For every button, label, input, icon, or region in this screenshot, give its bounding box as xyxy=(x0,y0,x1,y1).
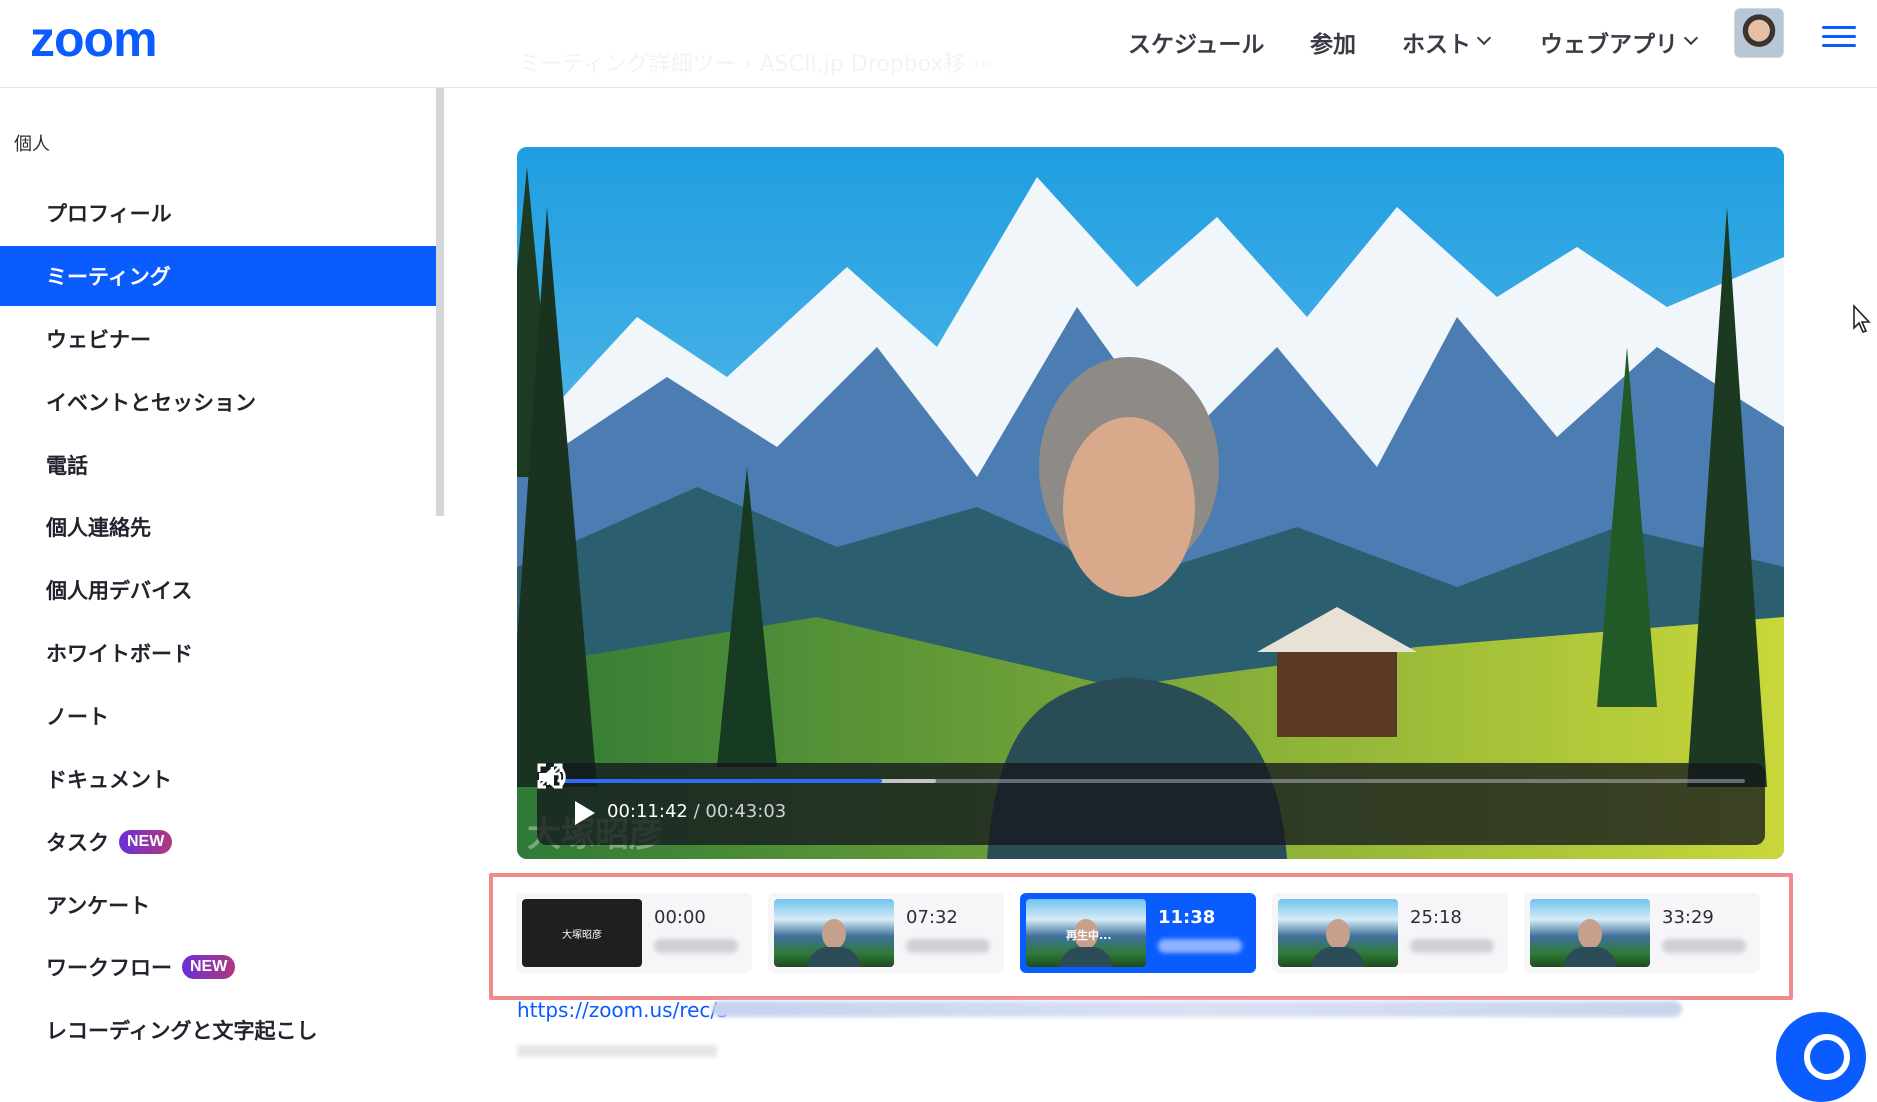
recording-link[interactable]: https://zoom.us/rec/s xyxy=(517,998,728,1022)
thumbnail-person-body xyxy=(1060,947,1112,967)
sidebar-item[interactable]: イベントとセッション xyxy=(0,372,436,432)
sidebar-item[interactable]: 個人用デバイス xyxy=(0,560,436,620)
chapter-thumbnail: 大塚昭彦 xyxy=(522,899,642,967)
nav-join[interactable]: 参加 xyxy=(1310,22,1356,62)
current-time: 00:11:42 xyxy=(607,801,688,822)
chapter-thumbnail xyxy=(774,899,894,967)
zoom-logo[interactable]: zoom xyxy=(30,14,158,64)
sidebar-item[interactable]: アンケート xyxy=(0,875,436,935)
nav-join-label: 参加 xyxy=(1310,32,1356,58)
sidebar-item-label: ワークフロー xyxy=(46,956,172,980)
sidebar-item[interactable]: ミーティング xyxy=(0,246,436,306)
nav-webapp-label: ウェブアプリ xyxy=(1540,32,1678,58)
chevron-down-icon xyxy=(1683,30,1699,46)
chapter-item[interactable]: 25:18 xyxy=(1272,893,1508,973)
sidebar-item[interactable]: ワークフロー NEW xyxy=(0,937,436,997)
redacted-text xyxy=(517,1045,717,1057)
thumbnail-person-body xyxy=(808,947,860,967)
sidebar: 個人 プロフィール ミーティング ウェビナーイベントとセッション 電話個人連絡先個人用… xyxy=(0,88,436,1056)
time-display: 00:11:42 / 00:43:03 xyxy=(607,801,786,822)
avatar[interactable] xyxy=(1734,8,1784,58)
video-player[interactable]: 大塚昭彦 00:11:42 / 00:43:03 xyxy=(517,147,1784,859)
sidebar-item-label: ドキュメント xyxy=(46,768,172,792)
chapter-item[interactable]: 再生中... 11:38 xyxy=(1020,893,1256,973)
chapter-thumbnail xyxy=(1530,899,1650,967)
chapter-title-redacted xyxy=(1158,939,1242,953)
sidebar-item[interactable]: 電話 xyxy=(0,435,436,495)
chat-support-button[interactable] xyxy=(1776,1012,1866,1102)
sidebar-item-label: プロフィール xyxy=(46,202,172,226)
sidebar-item-label: 個人連絡先 xyxy=(46,516,151,540)
sidebar-item[interactable]: ホワイトボード xyxy=(0,623,436,683)
chapter-timestamp: 33:29 xyxy=(1662,907,1714,928)
played-bar xyxy=(559,779,882,783)
chapter-thumbnail xyxy=(1278,899,1398,967)
chapter-thumbnail: 再生中... xyxy=(1026,899,1146,967)
chapter-title-redacted xyxy=(906,939,990,953)
sidebar-item-label: 電話 xyxy=(46,454,88,478)
chapter-timestamp: 07:32 xyxy=(906,907,958,928)
total-time: 00:43:03 xyxy=(705,801,787,822)
progress-bar[interactable] xyxy=(559,779,1745,783)
hamburger-menu-icon[interactable] xyxy=(1822,26,1856,48)
sidebar-item-label: レコーディングと文字起こし xyxy=(46,1019,318,1043)
new-badge: NEW xyxy=(119,830,173,854)
sidebar-item[interactable]: 個人連絡先 xyxy=(0,497,436,557)
thumbnail-person xyxy=(1578,919,1602,949)
sidebar-item-label: 個人用デバイス xyxy=(46,579,193,603)
nav-schedule-label: スケジュール xyxy=(1128,32,1265,58)
sidebar-item[interactable]: ウェビナー xyxy=(0,309,436,369)
nav-host-menu[interactable]: ホスト xyxy=(1402,22,1492,62)
breadcrumb: ミーティング詳細ツー › ASCII.jp Dropbox移 ⋯ xyxy=(518,52,995,77)
sidebar-item-label: ウェビナー xyxy=(46,328,151,352)
sidebar-item-label: タスク xyxy=(46,831,109,855)
nav-host-label: ホスト xyxy=(1402,32,1471,58)
nav-schedule[interactable]: スケジュール xyxy=(1128,22,1264,62)
mouse-cursor-icon xyxy=(1853,304,1871,333)
sidebar-item-label: アンケート xyxy=(46,894,151,918)
video-frame xyxy=(517,147,1784,859)
sidebar-item[interactable]: レコーディングと文字起こし xyxy=(0,1000,436,1060)
chevron-down-icon xyxy=(1476,30,1492,46)
chapter-timestamp: 00:00 xyxy=(654,907,706,928)
thumbnail-person-body xyxy=(1312,947,1364,967)
sidebar-item[interactable]: プロフィール xyxy=(0,183,436,243)
fullscreen-icon[interactable] xyxy=(537,763,563,789)
recording-link-redacted xyxy=(712,1001,1682,1017)
sidebar-item-label: ミーティング xyxy=(46,265,171,289)
thumbnail-person xyxy=(1326,919,1350,949)
sidebar-item-label: イベントとセッション xyxy=(46,391,256,415)
sidebar-item-label: ホワイトボード xyxy=(46,642,193,666)
thumbnail-text: 大塚昭彦 xyxy=(562,929,602,941)
sidebar-item[interactable]: ノート xyxy=(0,686,436,746)
thumbnail-person xyxy=(822,919,846,949)
thumbnail-person-body xyxy=(1564,947,1616,967)
new-badge: NEW xyxy=(182,955,236,979)
chapter-item[interactable]: 07:32 xyxy=(768,893,1004,973)
sidebar-scrollbar[interactable] xyxy=(436,88,444,516)
nav-webapp-menu[interactable]: ウェブアプリ xyxy=(1540,22,1699,62)
sidebar-item[interactable]: ドキュメント xyxy=(0,749,436,809)
thumbnail-text: 再生中... xyxy=(1066,929,1112,942)
chapter-title-redacted xyxy=(1410,939,1494,953)
top-header: zoom ミーティング詳細ツー › ASCII.jp Dropbox移 ⋯ スケ… xyxy=(0,0,1877,88)
chapter-item[interactable]: 33:29 xyxy=(1524,893,1760,973)
play-icon[interactable] xyxy=(575,801,595,825)
time-separator: / xyxy=(693,801,700,822)
sidebar-section-title: 個人 xyxy=(14,134,50,155)
chapter-title-redacted xyxy=(654,939,738,953)
chapter-title-redacted xyxy=(1662,939,1746,953)
sidebar-item-label: ノート xyxy=(46,705,109,729)
chapter-item[interactable]: 大塚昭彦 00:00 xyxy=(516,893,752,973)
chapter-timestamp: 25:18 xyxy=(1410,907,1462,928)
chapter-timestamp: 11:38 xyxy=(1158,907,1216,928)
sidebar-item[interactable]: タスク NEW xyxy=(0,812,436,872)
player-controls: 00:11:42 / 00:43:03 xyxy=(537,763,1765,845)
